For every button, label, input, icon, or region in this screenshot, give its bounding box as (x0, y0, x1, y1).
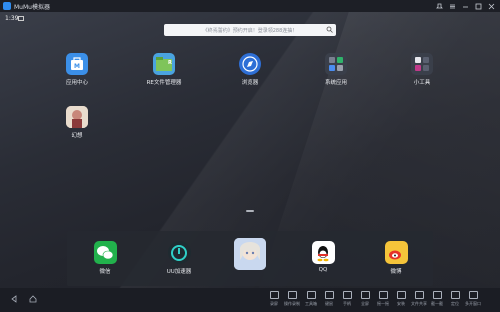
file-manager-icon: R (153, 53, 175, 75)
minimize-icon[interactable] (459, 0, 472, 12)
tool-macro-record[interactable]: 操作录制 (283, 291, 301, 307)
system-apps-folder-icon (325, 53, 347, 75)
mumu-logo-icon (3, 2, 11, 10)
folder-share-icon (414, 291, 424, 299)
app-label: 微博 (390, 269, 402, 275)
status-time: 1:39 (5, 15, 19, 22)
tool-label: 多开窗口 (465, 301, 481, 306)
maximize-icon[interactable] (472, 0, 485, 12)
app-browser[interactable]: 浏览器 (230, 53, 270, 86)
app-label: 应用中心 (65, 80, 88, 86)
tool-fullscreen[interactable]: 全屏 (356, 291, 374, 307)
browser-icon (239, 53, 261, 75)
tool-toolbox[interactable]: 工具箱 (302, 291, 320, 307)
app-center-icon: M (66, 53, 88, 75)
app-label: UU加速器 (166, 269, 192, 275)
app-label: 系统应用 (324, 80, 347, 86)
bottom-toolbar: 录屏 操作录制 工具箱 键鼠 手柄 全屏 摇一摇 安装 文件共享 截一截 定位 (0, 288, 500, 312)
macro-record-icon (287, 291, 297, 299)
sim-card-icon (18, 16, 24, 21)
shake-icon (378, 291, 388, 299)
screen-record-icon (269, 291, 279, 299)
page-indicator[interactable] (246, 210, 254, 212)
tool-multi-instance[interactable]: 多开窗口 (464, 291, 482, 307)
app-label: RE文件管理器 (146, 80, 182, 86)
pin-icon[interactable] (433, 0, 446, 12)
menu-icon[interactable] (446, 0, 459, 12)
tool-install[interactable]: 安装 (392, 291, 410, 307)
app-game[interactable]: 幻想 (57, 106, 97, 139)
svg-text:R: R (168, 60, 172, 66)
home-icon[interactable] (28, 294, 38, 304)
dock-app-weibo[interactable]: 微博 (376, 241, 416, 275)
tool-screen-record[interactable]: 录屏 (265, 291, 283, 307)
tool-file-share[interactable]: 文件共享 (410, 291, 428, 307)
app-app-center[interactable]: M 应用中心 (57, 53, 97, 86)
tool-label: 定位 (451, 301, 459, 306)
search-icon[interactable] (326, 26, 333, 33)
keyboard-icon (324, 291, 334, 299)
qq-icon (311, 241, 335, 264)
app-label: 浏览器 (241, 80, 259, 86)
wechat-icon (93, 241, 117, 264)
multi-window-icon (468, 291, 478, 299)
app-label: 微信 (99, 269, 111, 275)
emulator-screen: 1:39 《终焉誓约》预约开启！登录领288连抽！ M 应用中心 R RE文件管… (0, 12, 500, 288)
tool-gamepad[interactable]: 手柄 (338, 291, 356, 307)
app-label: 幻想 (71, 133, 83, 139)
tool-label: 截一截 (431, 301, 443, 306)
dock-app-qq[interactable]: QQ (303, 241, 343, 273)
crop-icon (432, 291, 442, 299)
fullscreen-icon (360, 291, 370, 299)
weibo-icon (384, 241, 408, 264)
tool-label: 全屏 (361, 301, 369, 306)
dock-app-uu[interactable]: UU加速器 (159, 241, 199, 275)
tool-label: 文件共享 (411, 301, 427, 306)
app-file-manager[interactable]: R RE文件管理器 (144, 53, 184, 86)
tool-label: 工具箱 (305, 301, 317, 306)
gamepad-icon (342, 291, 352, 299)
toolbox-icon (306, 291, 316, 299)
tool-location[interactable]: 定位 (446, 291, 464, 307)
tool-label: 操作录制 (284, 301, 300, 306)
svg-text:M: M (74, 63, 80, 70)
location-pin-icon (450, 291, 460, 299)
uu-accelerator-icon (167, 241, 191, 264)
tool-label: 摇一摇 (377, 301, 389, 306)
folder-system-apps[interactable]: 系统应用 (316, 53, 356, 86)
window-controls (433, 0, 498, 12)
search-placeholder: 《终焉誓约》预约开启！登录领288连抽！ (202, 27, 298, 34)
game-icon (66, 106, 88, 128)
app-label: QQ (318, 267, 328, 273)
tool-label: 键鼠 (325, 301, 333, 306)
tool-label: 手柄 (343, 301, 351, 306)
dock: 微信 UU加速器 QQ 微博 (67, 231, 433, 286)
app-label: 小工具 (413, 80, 431, 86)
dock-app-anime-game[interactable] (230, 238, 270, 273)
tool-keymouse[interactable]: 键鼠 (320, 291, 338, 307)
anime-game-icon (234, 238, 266, 270)
back-icon[interactable] (9, 294, 19, 304)
tool-label: 安装 (397, 301, 405, 306)
folder-tools[interactable]: 小工具 (402, 53, 442, 86)
close-icon[interactable] (485, 0, 498, 12)
tool-label: 录屏 (270, 301, 278, 306)
window-title: MuMu模拟器 (14, 3, 50, 11)
tools-folder-icon (411, 53, 433, 75)
search-bar[interactable]: 《终焉誓约》预约开启！登录领288连抽！ (164, 24, 336, 36)
tool-screenshot[interactable]: 截一截 (428, 291, 446, 307)
title-bar: MuMu模拟器 (0, 0, 500, 12)
tool-shake[interactable]: 摇一摇 (374, 291, 392, 307)
install-icon (396, 291, 406, 299)
dock-app-wechat[interactable]: 微信 (85, 241, 125, 275)
